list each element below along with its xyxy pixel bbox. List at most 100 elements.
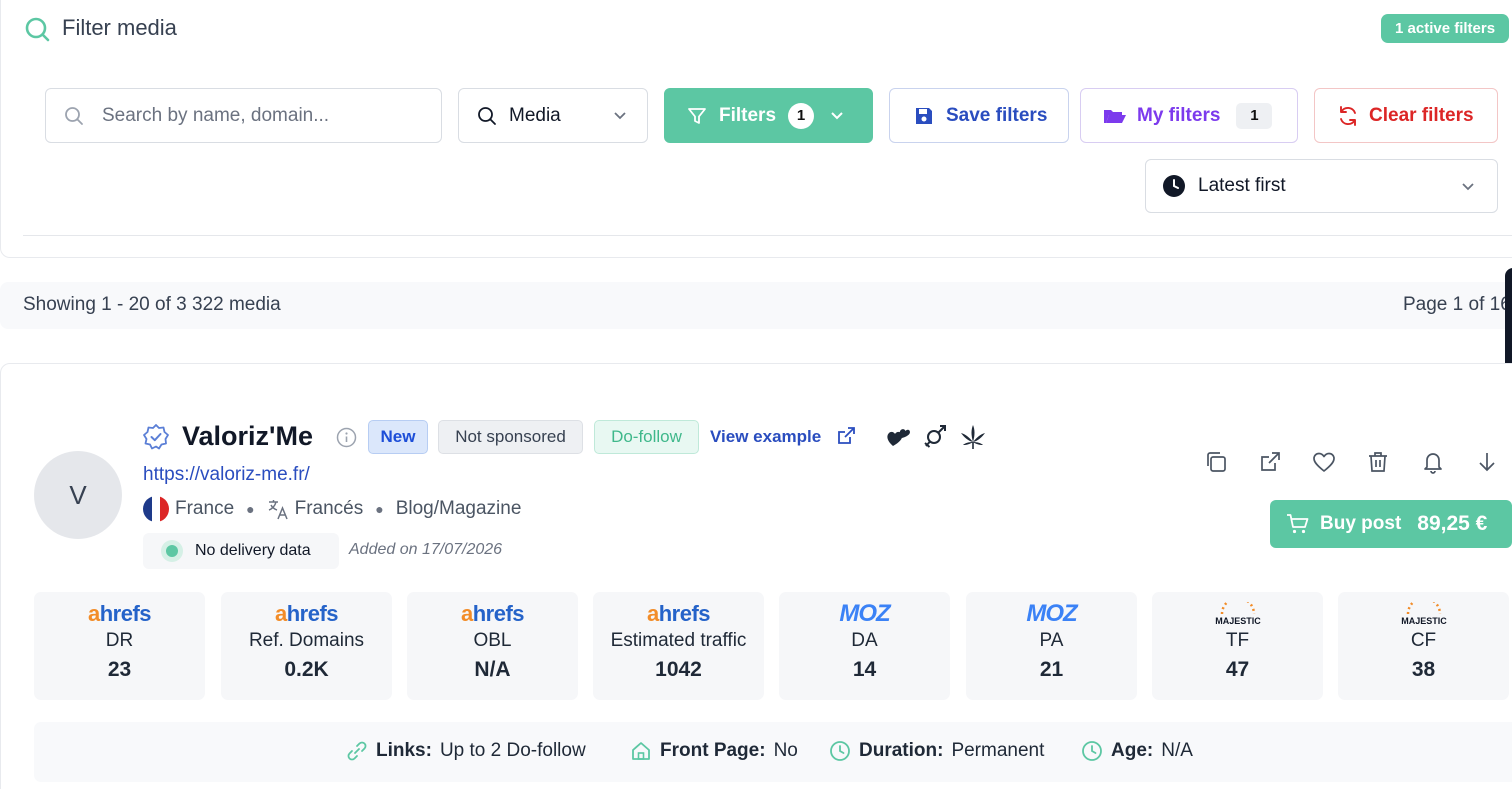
svg-text:MAJESTIC: MAJESTIC — [1215, 616, 1261, 626]
separator: ● — [375, 501, 384, 517]
panel-title: Filter media — [62, 15, 177, 40]
media-type-select[interactable]: Media — [458, 88, 648, 143]
metric-value: 38 — [1411, 658, 1436, 681]
metric-value: 14 — [852, 658, 877, 681]
metric-ref-domains: ahrefs Ref. Domains 0.2K — [221, 592, 392, 700]
clock-icon — [1163, 175, 1185, 197]
added-date: Added on 17/07/2026 — [349, 541, 503, 558]
heart-icon[interactable] — [1312, 450, 1336, 474]
separator: ● — [246, 501, 255, 517]
external-link-icon[interactable] — [1258, 450, 1282, 474]
verified-badge-icon — [143, 424, 169, 450]
filters-count-badge: 1 — [788, 102, 815, 129]
sponsored-badge: Not sponsored — [438, 420, 583, 454]
moz-logo-icon: MOZ — [1026, 600, 1077, 627]
metric-label: DA — [851, 630, 878, 651]
chevron-down-icon — [614, 112, 626, 120]
metric-cf: MAJESTIC CF 38 — [1338, 592, 1509, 700]
metric-obl: ahrefs OBL N/A — [407, 592, 578, 700]
refresh-icon — [1340, 105, 1356, 126]
front-page-detail: Front Page: No — [630, 740, 798, 762]
clock-icon — [830, 741, 850, 761]
metric-label: TF — [1225, 630, 1250, 651]
metric-dr: ahrefs DR 23 — [34, 592, 205, 700]
search-icon — [65, 106, 83, 125]
status-dot-icon — [161, 540, 183, 562]
divider — [23, 235, 1512, 236]
home-icon — [632, 742, 650, 760]
results-count: Showing 1 - 20 of 3 322 media — [23, 294, 281, 315]
translate-icon — [268, 500, 288, 520]
my-filters-button[interactable]: My filters 1 — [1080, 88, 1298, 143]
view-example-link[interactable]: View example — [710, 427, 821, 447]
price: 89,25 € — [1417, 512, 1488, 535]
metric-value: N/A — [474, 658, 511, 681]
detail-label: Age: — [1111, 740, 1154, 761]
media-name[interactable]: Valoriz'Me — [182, 421, 313, 452]
language-label: Francés — [294, 498, 364, 519]
buy-post-label: Buy post — [1320, 513, 1402, 534]
metric-label: Estimated traffic — [610, 630, 747, 651]
active-filters-badge: 1 active filters — [1381, 14, 1510, 43]
metric-value: 47 — [1225, 658, 1250, 681]
search-field[interactable] — [45, 88, 442, 143]
ahrefs-logo-icon: ahrefs — [87, 601, 152, 626]
detail-value: Permanent — [951, 740, 1045, 761]
page-indicator: Page 1 of 16 — [1403, 294, 1511, 315]
clear-filters-button[interactable]: Clear filters — [1314, 88, 1498, 143]
clock-icon — [1082, 741, 1102, 761]
france-flag-icon — [143, 496, 169, 522]
bell-icon[interactable] — [1421, 450, 1445, 474]
my-filters-label: My filters — [1137, 104, 1221, 126]
detail-value: Up to 2 Do-follow — [439, 740, 586, 761]
filters-label: Filters — [719, 104, 777, 126]
folder-open-icon — [1104, 109, 1126, 123]
cart-icon — [1287, 514, 1309, 534]
external-link-icon[interactable] — [836, 426, 856, 446]
copy-icon[interactable] — [1204, 450, 1228, 474]
metric-label: DR — [105, 630, 134, 651]
gender-icon — [924, 425, 946, 448]
info-icon[interactable] — [336, 427, 357, 448]
links-detail: Links: Up to 2 Do-follow — [346, 740, 586, 762]
trash-icon[interactable] — [1366, 450, 1390, 474]
detail-label: Links: — [376, 740, 432, 761]
metric-value: 0.2K — [284, 658, 329, 681]
media-url-link[interactable]: https://valoriz-me.fr/ — [143, 464, 310, 486]
my-filters-count-badge: 1 — [1236, 102, 1273, 129]
metric-value: 21 — [1039, 658, 1064, 681]
sort-select[interactable]: Latest first — [1145, 159, 1498, 213]
metric-pa: MOZ PA 21 — [966, 592, 1137, 700]
avatar: V — [34, 451, 122, 539]
detail-value: N/A — [1161, 740, 1193, 761]
metric-value: 23 — [107, 658, 132, 681]
funnel-icon — [688, 107, 706, 124]
majestic-logo-icon: MAJESTIC — [1152, 602, 1323, 626]
download-icon[interactable] — [1476, 450, 1498, 474]
country-label: France — [175, 498, 235, 519]
save-filters-label: Save filters — [946, 104, 1048, 126]
sort-label: Latest first — [1198, 175, 1286, 196]
clear-filters-label: Clear filters — [1369, 104, 1474, 126]
moz-logo-icon: MOZ — [839, 600, 890, 627]
buy-post-button[interactable]: Buy post 89,25 € — [1270, 500, 1512, 548]
chevron-down-icon — [831, 112, 843, 120]
metric-value: 1042 — [655, 658, 702, 681]
metric-tf: MAJESTIC TF 47 — [1152, 592, 1323, 700]
media-type-label: Blog/Magazine — [395, 498, 522, 519]
save-icon — [916, 107, 932, 124]
filters-button[interactable]: Filters 1 — [664, 88, 873, 143]
follow-badge: Do-follow — [594, 420, 699, 454]
metric-label: CF — [1410, 630, 1437, 651]
ahrefs-logo-icon: ahrefs — [274, 601, 339, 626]
detail-label: Front Page: — [660, 740, 766, 761]
media-select-label: Media — [509, 104, 561, 126]
search-input[interactable] — [102, 104, 422, 127]
search-icon — [25, 17, 50, 42]
age-detail: Age: N/A — [1081, 740, 1193, 762]
media-meta: France ● Francés ● Blog/Magazine — [143, 496, 521, 522]
detail-value: No — [773, 740, 798, 761]
detail-label: Duration: — [859, 740, 944, 761]
save-filters-button[interactable]: Save filters — [889, 88, 1069, 143]
metric-label: PA — [1039, 630, 1064, 651]
